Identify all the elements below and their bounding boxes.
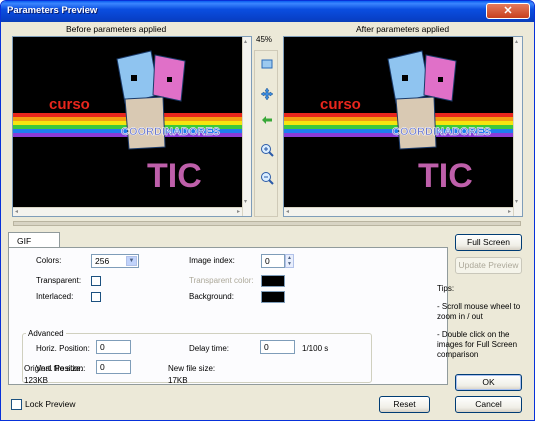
update-preview-button[interactable]: Update Preview (455, 257, 522, 274)
original-size-label: Original file size: (24, 364, 83, 373)
ok-button[interactable]: OK (455, 374, 522, 391)
image-index-input[interactable]: 0 (261, 254, 285, 268)
transparent-color-swatch[interactable] (261, 275, 285, 287)
svg-text:curso: curso (320, 96, 361, 113)
original-size-value: 123KB (24, 376, 49, 385)
zoom-level: 45% (256, 35, 273, 44)
preview-image-before: curso COORDINADORES TIC (13, 37, 242, 207)
scroll-down-icon[interactable]: ▾ (244, 198, 247, 206)
full-screen-button[interactable]: Full Screen (455, 234, 522, 251)
lock-preview-checkbox[interactable] (11, 399, 22, 410)
vert-position-input[interactable]: 0 (96, 360, 131, 374)
scroll-left-icon[interactable]: ◂ (286, 208, 289, 216)
after-preview-pane[interactable]: curso COORDINADORES TIC ◂ ▸ ▴ ▾ (283, 36, 523, 217)
advanced-group-title: Advanced (26, 329, 66, 338)
tab-gif[interactable]: GIF (8, 232, 60, 248)
svg-text:TIC: TIC (147, 157, 202, 195)
scroll-up-icon[interactable]: ▴ (515, 38, 518, 46)
advanced-groupbox (22, 333, 372, 383)
tips-title: Tips: (437, 284, 455, 293)
before-vertical-scrollbar[interactable]: ▴ ▾ (242, 37, 251, 216)
scroll-left-icon[interactable]: ◂ (15, 208, 18, 216)
svg-text:COORDINADORES: COORDINADORES (121, 126, 220, 138)
chevron-down-icon[interactable]: ▼ (126, 256, 137, 266)
move-icon[interactable] (260, 87, 274, 101)
parameters-preview-window: Parameters Preview ✕ Before parameters a… (0, 0, 535, 421)
svg-text:curso: curso (49, 96, 90, 113)
background-color-swatch[interactable] (261, 291, 285, 303)
colors-value: 256 (95, 256, 110, 266)
scroll-right-icon[interactable]: ▸ (508, 208, 511, 216)
scroll-down-icon[interactable]: ▾ (515, 198, 518, 206)
preview-toolbar (254, 50, 278, 217)
image-index-label: Image index: (189, 256, 235, 265)
zoom-in-icon[interactable] (260, 143, 274, 157)
horiz-position-label: Horiz. Position: (36, 344, 90, 353)
tip-zoom: - Scroll mouse wheel to zoom in / out (437, 302, 521, 321)
transparent-label: Transparent: (36, 276, 82, 285)
dialog-body: Before parameters applied curso COORDINA… (4, 22, 531, 419)
delay-unit-label: 1/100 s (302, 344, 329, 353)
before-image[interactable]: curso COORDINADORES TIC (13, 37, 242, 207)
after-vertical-scrollbar[interactable]: ▴ ▾ (513, 37, 522, 216)
interlaced-checkbox[interactable] (91, 292, 101, 302)
lock-preview-label: Lock Preview (25, 399, 76, 409)
delay-time-input[interactable]: 0 (260, 340, 295, 354)
new-size-label: New file size: (168, 364, 216, 373)
title-bar[interactable]: Parameters Preview ✕ (1, 1, 534, 22)
pane-splitter[interactable] (13, 221, 521, 226)
svg-text:COORDINADORES: COORDINADORES (392, 126, 491, 138)
background-label: Background: (189, 292, 234, 301)
transparent-color-label: Transparent color: (189, 276, 254, 285)
after-pane-label: After parameters applied (356, 24, 450, 34)
scroll-up-icon[interactable]: ▴ (244, 38, 247, 46)
horiz-position-input[interactable]: 0 (96, 340, 131, 354)
reset-button[interactable]: Reset (379, 396, 430, 413)
colors-label: Colors: (36, 256, 62, 265)
interlaced-label: Interlaced: (36, 292, 74, 301)
spin-down-icon[interactable]: ▼ (286, 261, 293, 267)
close-button[interactable]: ✕ (486, 3, 530, 19)
cancel-button[interactable]: Cancel (455, 396, 522, 413)
transparent-checkbox[interactable] (91, 276, 101, 286)
close-icon: ✕ (503, 5, 513, 17)
scroll-right-icon[interactable]: ▸ (237, 208, 240, 216)
zoom-out-icon[interactable] (260, 171, 274, 185)
before-preview-pane[interactable]: curso COORDINADORES TIC ◂ ▸ ▴ ▾ (12, 36, 252, 217)
colors-select[interactable]: 256 ▼ (91, 254, 139, 268)
window-title: Parameters Preview (7, 5, 98, 16)
after-horizontal-scrollbar[interactable]: ◂ ▸ (284, 207, 522, 216)
image-index-stepper[interactable]: ▲ ▼ (285, 254, 294, 268)
before-pane-label: Before parameters applied (66, 24, 167, 34)
tip-fullscreen: - Double click on the images for Full Sc… (437, 330, 518, 359)
after-image[interactable]: curso COORDINADORES TIC (284, 37, 513, 207)
fit-window-icon[interactable] (260, 59, 274, 73)
svg-text:TIC: TIC (418, 157, 473, 195)
preview-image-after: curso COORDINADORES TIC (284, 37, 513, 207)
back-arrow-icon[interactable] (260, 115, 274, 129)
delay-time-label: Delay time: (189, 344, 230, 353)
new-size-value: 17KB (168, 376, 188, 385)
tips-panel: Tips: - Scroll mouse wheel to zoom in / … (437, 284, 529, 368)
before-horizontal-scrollbar[interactable]: ◂ ▸ (13, 207, 251, 216)
